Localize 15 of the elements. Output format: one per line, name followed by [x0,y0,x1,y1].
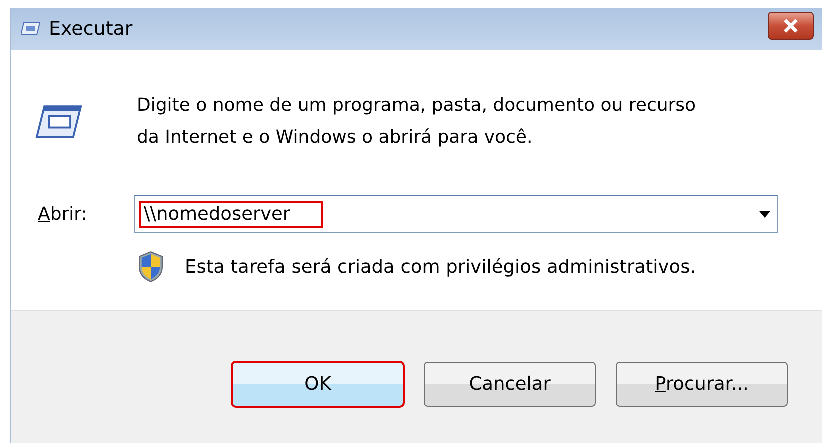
field-label: Abrir: [38,204,88,224]
run-icon [21,22,41,36]
window-title: Executar [49,18,133,40]
shield-icon [137,251,165,283]
dialog-button[interactable]: Cancelar [424,362,596,407]
dialog-button[interactable]: OK [232,362,404,407]
admin-note: Esta tarefa será criada com privilégios administrativos. [185,256,696,278]
field-value: \\nomedoserver [139,200,323,228]
instruction-text: Digite o nome de um programa, pasta, documento ou recurso da Internet e o Windows o abrirá para você. [137,94,697,150]
caret-icon [759,210,771,218]
close-button[interactable] [768,12,814,40]
close-icon [783,19,799,33]
run-icon [35,104,83,140]
dialog-button[interactable]: Procurar... [616,362,788,407]
open-combo-box[interactable]: \\nomedoserver [134,195,778,233]
